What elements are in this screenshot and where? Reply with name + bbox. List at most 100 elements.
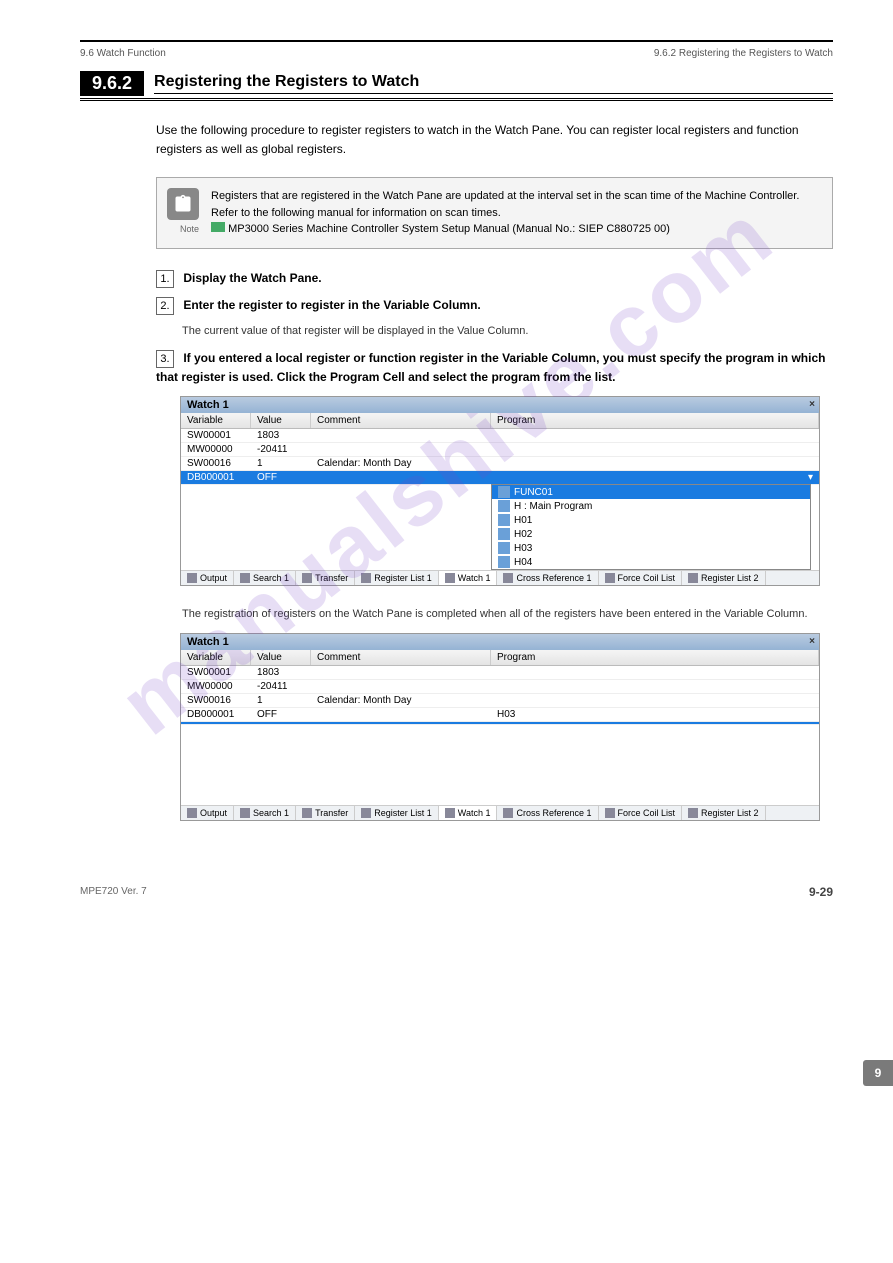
col-variable[interactable]: Variable [181, 413, 251, 428]
note-box: Note Registers that are registered in th… [156, 177, 833, 249]
col-value[interactable]: Value [251, 413, 311, 428]
table-header: Variable Value Comment Program [181, 413, 819, 429]
dropdown-item[interactable]: H01 [492, 513, 810, 527]
table-row[interactable]: SW000161Calendar: Month Day [181, 457, 819, 471]
window-title-text: Watch 1 [187, 636, 229, 648]
program-icon [498, 528, 510, 540]
tab-register-list-1[interactable]: Register List 1 [355, 571, 439, 585]
tab-output[interactable]: Output [181, 806, 234, 820]
step-1: 1. Display the Watch Pane. [156, 269, 833, 288]
step-2: 2. Enter the register to register in the… [156, 296, 833, 315]
tab-icon [361, 573, 371, 583]
tab-icon [688, 808, 698, 818]
tab-cross-reference-1[interactable]: Cross Reference 1 [497, 806, 598, 820]
table-row[interactable]: MW00000-20411 [181, 680, 819, 694]
col-program[interactable]: Program [491, 413, 819, 428]
tab-search-1[interactable]: Search 1 [234, 571, 296, 585]
table-row[interactable]: SW000011803 [181, 429, 819, 443]
program-dropdown[interactable]: FUNC01H : Main ProgramH01H02H03H04 [491, 484, 811, 570]
section-title: Registering the Registers to Watch [154, 73, 833, 94]
step-3-title: If you entered a local register or funct… [156, 351, 825, 384]
tab-icon [187, 573, 197, 583]
footer-book: MPE720 Ver. 7 [80, 886, 147, 897]
note-ref: MP3000 Series Machine Controller System … [228, 223, 670, 235]
screenshot-watch-result: Watch 1 × Variable Value Comment Program… [180, 633, 820, 821]
header-rule [80, 40, 833, 42]
tab-watch-1[interactable]: Watch 1 [439, 806, 498, 820]
tab-icon [605, 573, 615, 583]
tab-icon [688, 573, 698, 583]
window-title: Watch 1 × [181, 397, 819, 413]
step-2-body: The current value of that register will … [182, 323, 833, 340]
tab-icon [503, 808, 513, 818]
tab-icon [445, 573, 455, 583]
tab-transfer[interactable]: Transfer [296, 806, 355, 820]
footer-pagenum: 9-29 [809, 885, 833, 899]
tab-output[interactable]: Output [181, 571, 234, 585]
tab-icon [187, 808, 197, 818]
tab-force-coil-list[interactable]: Force Coil List [599, 571, 683, 585]
dropdown-item[interactable]: H04 [492, 555, 810, 569]
tab-icon [445, 808, 455, 818]
tab-register-list-2[interactable]: Register List 2 [682, 806, 766, 820]
intro-text: Use the following procedure to register … [156, 121, 833, 159]
dropdown-item[interactable]: H : Main Program [492, 499, 810, 513]
header-right: 9.6.2 Registering the Registers to Watch [654, 48, 833, 59]
dropdown-item[interactable]: FUNC01 [492, 485, 810, 499]
section-rule [80, 98, 833, 101]
section-number: 9.6.2 [80, 71, 144, 96]
step-1-num: 1. [156, 270, 174, 288]
tab-watch-1[interactable]: Watch 1 [439, 571, 498, 585]
table-row[interactable]: SW000011803 [181, 666, 819, 680]
table-header: Variable Value Comment Program [181, 650, 819, 666]
step-3: 3. If you entered a local register or fu… [156, 349, 833, 386]
step-2-num: 2. [156, 297, 174, 315]
tab-icon [503, 573, 513, 583]
tab-register-list-2[interactable]: Register List 2 [682, 571, 766, 585]
step-3-num: 3. [156, 350, 174, 368]
window-title-text: Watch 1 [187, 399, 229, 411]
tab-icon [240, 808, 250, 818]
dropdown-item[interactable]: H02 [492, 527, 810, 541]
program-icon [498, 514, 510, 526]
col-variable[interactable]: Variable [181, 650, 251, 665]
tab-search-1[interactable]: Search 1 [234, 806, 296, 820]
note-content: Registers that are registered in the Wat… [211, 188, 822, 238]
col-program[interactable]: Program [491, 650, 819, 665]
header-left: 9.6 Watch Function [80, 48, 166, 59]
program-icon [498, 486, 510, 498]
note-text: Registers that are registered in the Wat… [211, 190, 799, 219]
table-row[interactable]: DB000001OFF▾ [181, 471, 819, 485]
step-2-title: Enter the register to register in the Va… [183, 298, 480, 312]
page-footer: MPE720 Ver. 7 9-29 [80, 881, 833, 899]
window-title: Watch 1 × [181, 634, 819, 650]
section-bar: 9.6.2 Registering the Registers to Watch [80, 71, 833, 96]
clipboard-icon [167, 188, 199, 220]
tab-icon [605, 808, 615, 818]
table-row[interactable]: DB000001OFFH03 [181, 708, 819, 722]
table-row[interactable]: MW00000-20411 [181, 443, 819, 457]
tab-force-coil-list[interactable]: Force Coil List [599, 806, 683, 820]
header-meta: 9.6 Watch Function 9.6.2 Registering the… [80, 48, 833, 59]
col-comment[interactable]: Comment [311, 413, 491, 428]
col-comment[interactable]: Comment [311, 650, 491, 665]
post-step3-text: The registration of registers on the Wat… [182, 606, 833, 623]
close-icon[interactable]: × [809, 399, 815, 410]
tab-transfer[interactable]: Transfer [296, 571, 355, 585]
tab-icon [302, 573, 312, 583]
program-icon [498, 500, 510, 512]
tab-cross-reference-1[interactable]: Cross Reference 1 [497, 571, 598, 585]
table-row[interactable]: SW000161Calendar: Month Day [181, 694, 819, 708]
tab-icon [240, 573, 250, 583]
step-1-title: Display the Watch Pane. [183, 271, 321, 285]
dropdown-item[interactable]: H03 [492, 541, 810, 555]
tab-icon [361, 808, 371, 818]
tab-register-list-1[interactable]: Register List 1 [355, 806, 439, 820]
note-label: Note [167, 224, 199, 234]
close-icon[interactable]: × [809, 636, 815, 647]
program-icon [498, 556, 510, 568]
bottom-tabs: OutputSearch 1TransferRegister List 1Wat… [181, 805, 819, 820]
col-value[interactable]: Value [251, 650, 311, 665]
program-icon [498, 542, 510, 554]
bottom-tabs: OutputSearch 1TransferRegister List 1Wat… [181, 570, 819, 585]
